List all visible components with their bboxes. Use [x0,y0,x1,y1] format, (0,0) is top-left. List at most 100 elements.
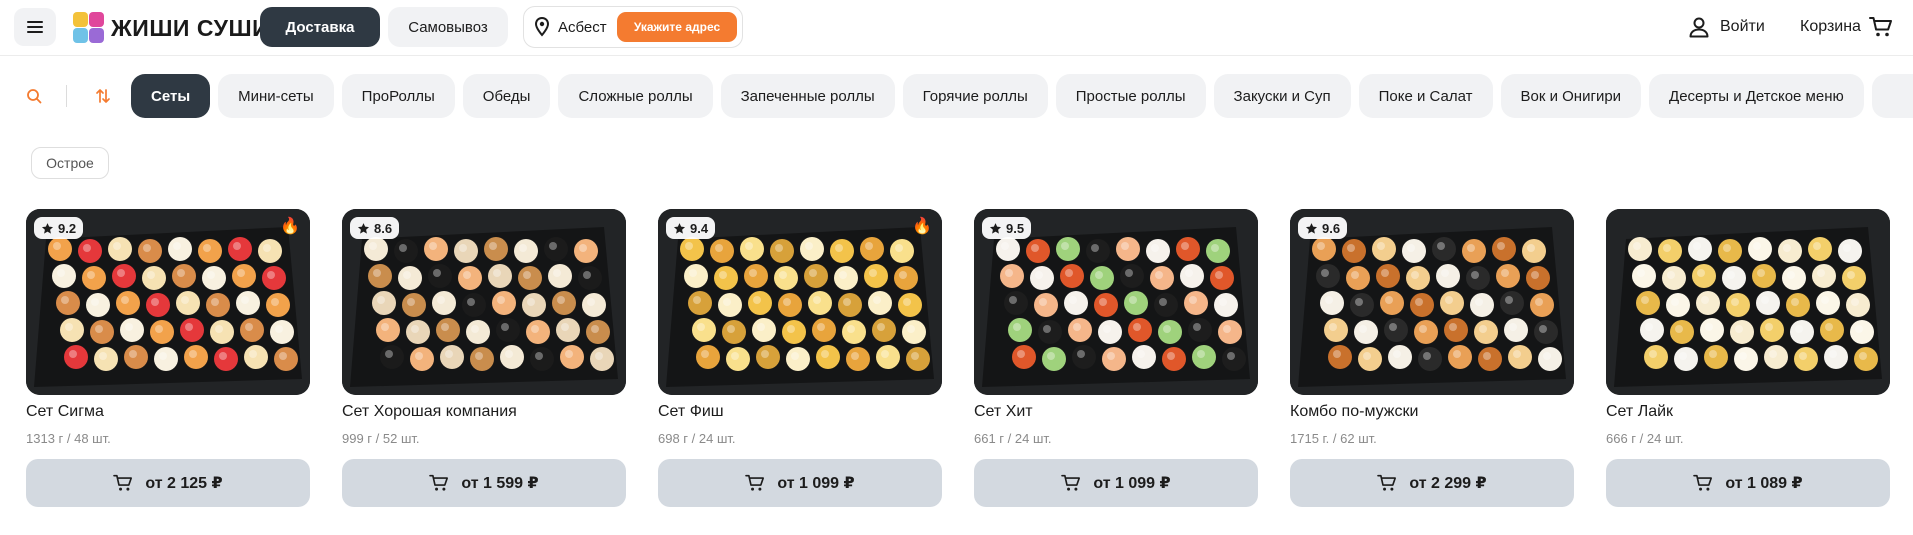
star-icon [1305,222,1318,234]
search-icon [27,89,42,104]
add-to-cart-button[interactable]: от 2 125 ₽ [26,459,310,507]
product-card[interactable]: 9.2 🔥 Сет Сигма 1313 г / 48 шт. от 2 125 ₽ [26,209,310,507]
product-weight-count: 661 г / 24 шт. [974,431,1052,446]
product-title[interactable]: Сет Лайк [1606,403,1890,423]
product-title[interactable]: Сет Хит [974,403,1258,423]
location-pin-icon [534,17,550,37]
product-card[interactable]: 9.6 Комбо по-мужски 1715 г. / 62 шт. от 2 2… [1290,209,1574,507]
logo-text: ЖИШИ СУШИ [111,14,270,41]
rating-badge: 9.6 [1298,217,1348,239]
rating-value: 9.4 [690,220,709,236]
spicy-fire-icon: 🔥 [912,218,932,235]
cart-icon [1868,17,1892,37]
add-to-cart-button[interactable]: от 1 089 ₽ [1606,459,1890,507]
star-icon [989,222,1002,234]
category-scroll-edge[interactable] [1888,74,1913,118]
rating-value: 8.6 [374,220,393,236]
rating-value: 9.2 [58,220,77,236]
add-to-cart-button[interactable]: от 1 099 ₽ [974,459,1258,507]
address-selector[interactable]: Асбест Укажите адрес [523,6,743,48]
star-icon [41,222,54,234]
cart-icon [1061,474,1081,491]
cart-label: Корзина [1800,18,1861,35]
city-name: Асбест [558,18,607,36]
product-price: от 2 299 ₽ [1409,475,1487,492]
category-bar: Сеты Мини-сеты ПроРоллы Обеды Сложные роллы З… [0,72,1913,120]
product-weight-count: 666 г / 24 шт. [1606,431,1684,446]
product-card[interactable]: Сет Лайк 666 г / 24 шт. от 1 089 ₽ [1606,209,1890,507]
login-label: Войти [1720,18,1765,35]
category-tab[interactable]: Горячие роллы [902,74,1048,118]
cart-icon [745,474,765,491]
category-tab[interactable]: Вок и Онигири [1500,74,1642,118]
product-grid: 9.2 🔥 Сет Сигма 1313 г / 48 шт. от 2 125 ₽ 8.… [26,209,1890,507]
toolbar-divider [66,85,67,107]
category-tab[interactable]: Запеченные роллы [720,74,895,118]
cart-icon [429,474,449,491]
product-price: от 1 099 ₽ [777,475,855,492]
user-icon [1689,17,1709,38]
logo-mark [73,12,105,44]
product-image-frame[interactable]: 9.2 🔥 [26,209,310,395]
rating-value: 9.6 [1322,220,1341,236]
star-icon [357,222,370,234]
category-tab[interactable]: Закуски и Суп [1213,74,1351,118]
product-title[interactable]: Сет Фиш [658,403,942,423]
search-button[interactable] [22,84,46,108]
menu-button[interactable] [14,8,56,46]
category-tab[interactable]: Простые роллы [1055,74,1206,118]
spicy-fire-icon: 🔥 [280,218,300,235]
product-weight-count: 1313 г / 48 шт. [26,431,111,446]
set-address-button[interactable]: Укажите адрес [617,12,737,42]
cart-icon [113,474,133,491]
filter-tag-spicy[interactable]: Острое [31,147,109,179]
add-to-cart-button[interactable]: от 1 099 ₽ [658,459,942,507]
product-card[interactable]: 9.4 🔥 Сет Фиш 698 г / 24 шт. от 1 099 ₽ [658,209,942,507]
product-image-frame[interactable]: 8.6 [342,209,626,395]
rating-badge: 8.6 [350,217,400,239]
category-tab[interactable]: ПроРоллы [341,74,455,118]
product-card[interactable]: 9.5 Сет Хит 661 г / 24 шт. от 1 099 ₽ [974,209,1258,507]
pickup-button[interactable]: Самовывоз [388,7,508,47]
product-title[interactable]: Сет Сигма [26,403,310,423]
delivery-button[interactable]: Доставка [260,7,380,47]
category-tabs: Сеты Мини-сеты ПроРоллы Обеды Сложные роллы З… [131,74,1913,118]
product-image-frame[interactable]: 9.5 [974,209,1258,395]
category-tab[interactable]: Сеты [131,74,211,118]
product-image-frame[interactable]: 9.6 [1290,209,1574,395]
login-button[interactable]: Войти [1688,12,1765,42]
rating-badge: 9.2 [34,217,84,239]
sort-icon [96,89,110,103]
site-header: ЖИШИ СУШИ Доставка Самовывоз Асбест Укаж… [0,0,1913,56]
hamburger-icon [27,21,43,33]
product-price: от 1 599 ₽ [461,475,539,492]
category-tab[interactable]: Поке и Салат [1358,74,1493,118]
rating-badge: 9.4 [666,217,716,239]
product-weight-count: 999 г / 52 шт. [342,431,420,446]
category-tab[interactable]: Сложные роллы [558,74,713,118]
rating-value: 9.5 [1006,220,1025,236]
add-to-cart-button[interactable]: от 1 599 ₽ [342,459,626,507]
product-title[interactable]: Комбо по-мужски [1290,403,1574,423]
cart-icon [1377,474,1397,491]
rating-badge: 9.5 [982,217,1032,239]
product-price: от 1 089 ₽ [1725,475,1803,492]
product-price: от 2 125 ₽ [145,475,223,492]
product-card[interactable]: 8.6 Сет Хорошая компания 999 г / 52 шт. от … [342,209,626,507]
product-price: от 1 099 ₽ [1093,475,1171,492]
logo[interactable]: ЖИШИ СУШИ [73,10,269,46]
category-tab[interactable]: Обеды [462,74,551,118]
add-to-cart-button[interactable]: от 2 299 ₽ [1290,459,1574,507]
product-image-frame[interactable] [1606,209,1890,395]
cart-button[interactable]: Корзина [1800,12,1893,42]
category-tab[interactable]: Мини-сеты [218,74,334,118]
sort-button[interactable] [91,84,115,108]
product-weight-count: 698 г / 24 шт. [658,431,736,446]
category-tab[interactable]: Десерты и Детское меню [1649,74,1864,118]
product-title[interactable]: Сет Хорошая компания [342,403,626,423]
product-image-frame[interactable]: 9.4 🔥 [658,209,942,395]
cart-icon [1693,474,1713,491]
star-icon [673,222,686,234]
product-weight-count: 1715 г. / 62 шт. [1290,431,1377,446]
product-image [1606,209,1890,395]
